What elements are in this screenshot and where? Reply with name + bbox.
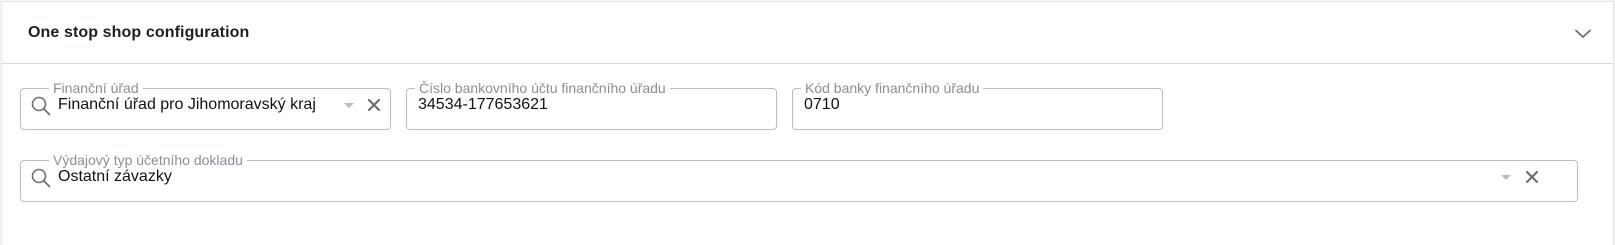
close-icon	[367, 98, 381, 112]
bank-code-value[interactable]: 0710	[804, 96, 1149, 114]
expense-doc-type-select[interactable]: Výdajový typ účetního dokladu Ostatní zá…	[20, 153, 1578, 202]
collapse-button[interactable]	[1571, 22, 1595, 46]
bank-account-label: Číslo bankovního účtu finančního úřadu	[419, 80, 666, 96]
card-header[interactable]: One stop shop configuration	[2, 2, 1613, 64]
chevron-down-icon	[1575, 29, 1591, 38]
close-icon	[1525, 170, 1539, 184]
tax-office-value[interactable]: Finanční úřad pro Jihomoravský kraj	[58, 96, 333, 114]
expense-doc-type-dropdown-arrow[interactable]	[1501, 175, 1511, 180]
tax-office-label: Finanční úřad	[53, 80, 139, 96]
bank-account-value[interactable]: 34534-177653621	[418, 96, 763, 114]
search-icon	[31, 96, 51, 116]
expense-doc-type-clear-button[interactable]	[1522, 167, 1542, 187]
card-title: One stop shop configuration	[28, 24, 250, 41]
tax-office-clear-button[interactable]	[364, 95, 384, 115]
bank-account-field[interactable]: Číslo bankovního účtu finančního úřadu 3…	[406, 81, 777, 130]
bank-code-field[interactable]: Kód banky finančního úřadu 0710	[792, 81, 1163, 130]
search-icon	[31, 168, 51, 188]
expense-doc-type-label: Výdajový typ účetního dokladu	[53, 152, 243, 168]
one-stop-shop-card: One stop shop configuration Finanční úřa…	[1, 1, 1614, 245]
bank-code-label: Kód banky finančního úřadu	[805, 80, 980, 96]
tax-office-dropdown-arrow[interactable]	[344, 103, 354, 108]
expense-doc-type-value[interactable]: Ostatní závazky	[58, 168, 1458, 186]
tax-office-select[interactable]: Finanční úřad Finanční úřad pro Jihomora…	[20, 81, 391, 130]
